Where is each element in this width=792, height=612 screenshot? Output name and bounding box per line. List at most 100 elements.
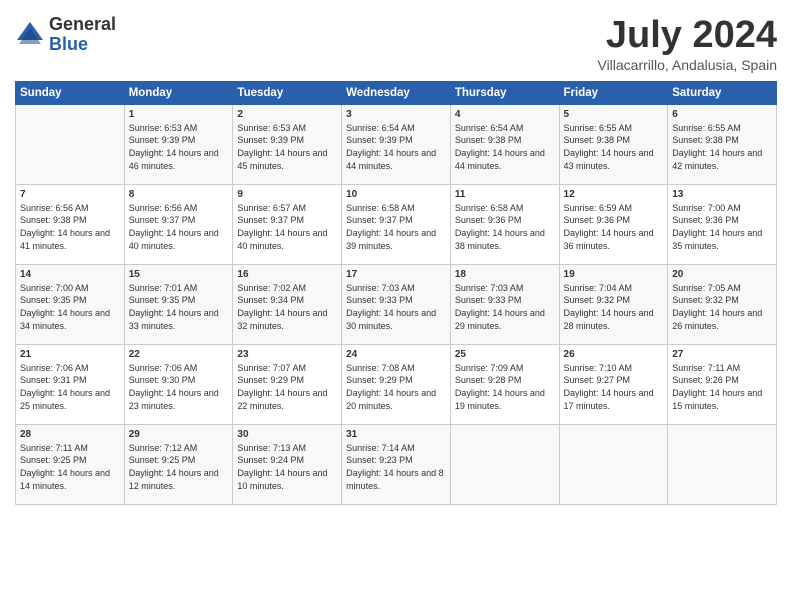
day-number: 18 bbox=[455, 269, 555, 280]
calendar-cell: 15Sunrise: 7:01 AMSunset: 9:35 PMDayligh… bbox=[124, 264, 233, 344]
cell-info: Sunrise: 6:58 AMSunset: 9:36 PMDaylight:… bbox=[455, 202, 555, 252]
cell-info: Sunrise: 7:07 AMSunset: 9:29 PMDaylight:… bbox=[237, 362, 337, 412]
logo-text: General Blue bbox=[49, 15, 116, 55]
calendar-page: General Blue July 2024 Villacarrillo, An… bbox=[0, 0, 792, 612]
calendar-cell: 13Sunrise: 7:00 AMSunset: 9:36 PMDayligh… bbox=[668, 184, 777, 264]
calendar-cell: 18 Sunrise: 7:03 AMSunset: 9:33 PMDayligh… bbox=[450, 264, 559, 344]
cell-info: Sunrise: 7:12 AMSunset: 9:25 PMDaylight:… bbox=[129, 442, 229, 492]
calendar-cell: 12 Sunrise: 6:59 AMSunset: 9:36 PMDayligh… bbox=[559, 184, 668, 264]
calendar-cell: 29Sunrise: 7:12 AMSunset: 9:25 PMDayligh… bbox=[124, 424, 233, 504]
day-number: 14 bbox=[20, 269, 120, 280]
calendar-week-0: 1 Sunrise: 6:53 AMSunset: 9:39 PMDaylight… bbox=[16, 104, 777, 184]
day-number: 12 bbox=[564, 189, 664, 200]
calendar-cell: 8 Sunrise: 6:56 AMSunset: 9:37 PMDaylight… bbox=[124, 184, 233, 264]
day-number: 2 bbox=[237, 109, 337, 120]
day-number: 16 bbox=[237, 269, 337, 280]
day-number: 20 bbox=[672, 269, 772, 280]
day-number: 8 bbox=[129, 189, 229, 200]
calendar-cell: 5 Sunrise: 6:55 AMSunset: 9:38 PMDaylight… bbox=[559, 104, 668, 184]
day-number: 26 bbox=[564, 349, 664, 360]
day-number: 5 bbox=[564, 109, 664, 120]
cell-info: Sunrise: 7:03 AMSunset: 9:33 PMDaylight:… bbox=[455, 282, 555, 332]
calendar-cell: 11 Sunrise: 6:58 AMSunset: 9:36 PMDayligh… bbox=[450, 184, 559, 264]
cell-info: Sunrise: 7:11 AMSunset: 9:26 PMDaylight:… bbox=[672, 362, 772, 412]
cell-info: Sunrise: 6:53 AMSunset: 9:39 PMDaylight:… bbox=[237, 122, 337, 172]
calendar-cell: 30 Sunrise: 7:13 AMSunset: 9:24 PMDayligh… bbox=[233, 424, 342, 504]
day-number: 17 bbox=[346, 269, 446, 280]
cell-info: Sunrise: 6:53 AMSunset: 9:39 PMDaylight:… bbox=[129, 122, 229, 172]
day-number: 25 bbox=[455, 349, 555, 360]
calendar-cell: 27Sunrise: 7:11 AMSunset: 9:26 PMDayligh… bbox=[668, 344, 777, 424]
day-number: 31 bbox=[346, 429, 446, 440]
calendar-cell bbox=[559, 424, 668, 504]
calendar-cell: 21Sunrise: 7:06 AMSunset: 9:31 PMDayligh… bbox=[16, 344, 125, 424]
header-wednesday: Wednesday bbox=[342, 81, 451, 104]
day-number: 28 bbox=[20, 429, 120, 440]
cell-info: Sunrise: 7:06 AMSunset: 9:30 PMDaylight:… bbox=[129, 362, 229, 412]
day-number: 1 bbox=[129, 109, 229, 120]
cell-info: Sunrise: 6:55 AMSunset: 9:38 PMDaylight:… bbox=[564, 122, 664, 172]
calendar-cell: 26 Sunrise: 7:10 AMSunset: 9:27 PMDayligh… bbox=[559, 344, 668, 424]
day-number: 9 bbox=[237, 189, 337, 200]
calendar-cell: 10 Sunrise: 6:58 AMSunset: 9:37 PMDayligh… bbox=[342, 184, 451, 264]
calendar-cell: 16Sunrise: 7:02 AMSunset: 9:34 PMDayligh… bbox=[233, 264, 342, 344]
logo: General Blue bbox=[15, 15, 116, 55]
calendar-cell: 19Sunrise: 7:04 AMSunset: 9:32 PMDayligh… bbox=[559, 264, 668, 344]
calendar-week-1: 7Sunrise: 6:56 AMSunset: 9:38 PMDaylight… bbox=[16, 184, 777, 264]
day-number: 3 bbox=[346, 109, 446, 120]
location: Villacarrillo, Andalusia, Spain bbox=[597, 57, 777, 73]
cell-info: Sunrise: 7:05 AMSunset: 9:32 PMDaylight:… bbox=[672, 282, 772, 332]
day-number: 6 bbox=[672, 109, 772, 120]
header-tuesday: Tuesday bbox=[233, 81, 342, 104]
day-number: 13 bbox=[672, 189, 772, 200]
day-number: 11 bbox=[455, 189, 555, 200]
header-monday: Monday bbox=[124, 81, 233, 104]
cell-info: Sunrise: 7:10 AMSunset: 9:27 PMDaylight:… bbox=[564, 362, 664, 412]
header-thursday: Thursday bbox=[450, 81, 559, 104]
calendar-week-2: 14 Sunrise: 7:00 AMSunset: 9:35 PMDayligh… bbox=[16, 264, 777, 344]
cell-info: Sunrise: 6:59 AMSunset: 9:36 PMDaylight:… bbox=[564, 202, 664, 252]
calendar-header: Sunday Monday Tuesday Wednesday Thursday… bbox=[16, 81, 777, 104]
header-sunday: Sunday bbox=[16, 81, 125, 104]
cell-info: Sunrise: 7:08 AMSunset: 9:29 PMDaylight:… bbox=[346, 362, 446, 412]
calendar-cell: 25 Sunrise: 7:09 AMSunset: 9:28 PMDayligh… bbox=[450, 344, 559, 424]
cell-info: Sunrise: 7:09 AMSunset: 9:28 PMDaylight:… bbox=[455, 362, 555, 412]
logo-general-text: General bbox=[49, 15, 116, 35]
calendar-body: 1 Sunrise: 6:53 AMSunset: 9:39 PMDaylight… bbox=[16, 104, 777, 504]
header: General Blue July 2024 Villacarrillo, An… bbox=[15, 15, 777, 73]
cell-info: Sunrise: 6:54 AMSunset: 9:39 PMDaylight:… bbox=[346, 122, 446, 172]
cell-info: Sunrise: 7:04 AMSunset: 9:32 PMDaylight:… bbox=[564, 282, 664, 332]
calendar-cell bbox=[450, 424, 559, 504]
calendar-cell: 2 Sunrise: 6:53 AMSunset: 9:39 PMDaylight… bbox=[233, 104, 342, 184]
cell-info: Sunrise: 6:56 AMSunset: 9:37 PMDaylight:… bbox=[129, 202, 229, 252]
calendar-cell: 23 Sunrise: 7:07 AMSunset: 9:29 PMDayligh… bbox=[233, 344, 342, 424]
cell-info: Sunrise: 7:00 AMSunset: 9:35 PMDaylight:… bbox=[20, 282, 120, 332]
calendar-cell bbox=[668, 424, 777, 504]
calendar-cell: 20 Sunrise: 7:05 AMSunset: 9:32 PMDayligh… bbox=[668, 264, 777, 344]
calendar-cell: 1 Sunrise: 6:53 AMSunset: 9:39 PMDaylight… bbox=[124, 104, 233, 184]
cell-info: Sunrise: 6:56 AMSunset: 9:38 PMDaylight:… bbox=[20, 202, 120, 252]
cell-info: Sunrise: 6:57 AMSunset: 9:37 PMDaylight:… bbox=[237, 202, 337, 252]
cell-info: Sunrise: 7:03 AMSunset: 9:33 PMDaylight:… bbox=[346, 282, 446, 332]
calendar-week-3: 21Sunrise: 7:06 AMSunset: 9:31 PMDayligh… bbox=[16, 344, 777, 424]
day-number: 30 bbox=[237, 429, 337, 440]
day-number: 24 bbox=[346, 349, 446, 360]
logo-blue-text: Blue bbox=[49, 35, 116, 55]
calendar-cell: 4Sunrise: 6:54 AMSunset: 9:38 PMDaylight… bbox=[450, 104, 559, 184]
header-row: Sunday Monday Tuesday Wednesday Thursday… bbox=[16, 81, 777, 104]
cell-info: Sunrise: 6:58 AMSunset: 9:37 PMDaylight:… bbox=[346, 202, 446, 252]
calendar-week-4: 28Sunrise: 7:11 AMSunset: 9:25 PMDayligh… bbox=[16, 424, 777, 504]
day-number: 15 bbox=[129, 269, 229, 280]
day-number: 22 bbox=[129, 349, 229, 360]
calendar-cell: 24 Sunrise: 7:08 AMSunset: 9:29 PMDayligh… bbox=[342, 344, 451, 424]
calendar-cell: 7Sunrise: 6:56 AMSunset: 9:38 PMDaylight… bbox=[16, 184, 125, 264]
day-number: 10 bbox=[346, 189, 446, 200]
day-number: 21 bbox=[20, 349, 120, 360]
cell-info: Sunrise: 6:55 AMSunset: 9:38 PMDaylight:… bbox=[672, 122, 772, 172]
header-friday: Friday bbox=[559, 81, 668, 104]
cell-info: Sunrise: 7:13 AMSunset: 9:24 PMDaylight:… bbox=[237, 442, 337, 492]
logo-icon bbox=[15, 20, 45, 50]
day-number: 23 bbox=[237, 349, 337, 360]
cell-info: Sunrise: 6:54 AMSunset: 9:38 PMDaylight:… bbox=[455, 122, 555, 172]
calendar-cell: 31Sunrise: 7:14 AMSunset: 9:23 PMDayligh… bbox=[342, 424, 451, 504]
